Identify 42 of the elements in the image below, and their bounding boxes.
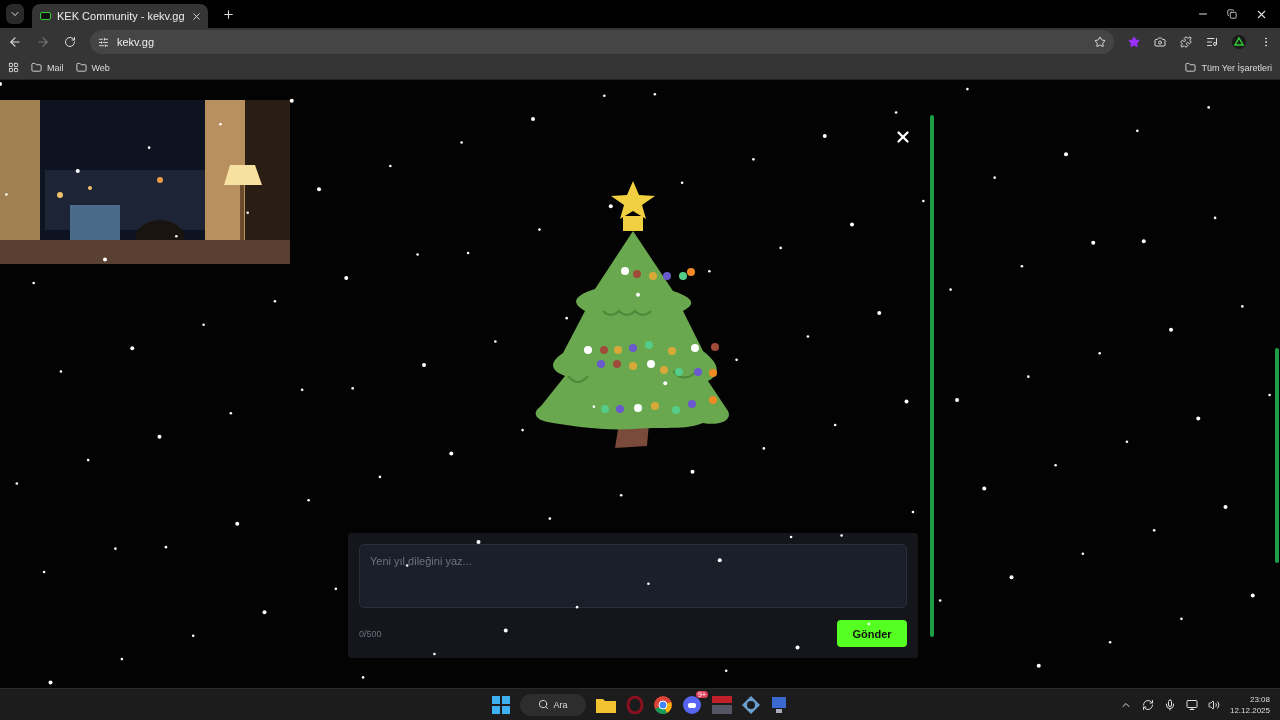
bookmark-star-icon[interactable] bbox=[1094, 36, 1106, 48]
character-counter: 0/500 bbox=[359, 628, 382, 639]
new-tab-icon[interactable] bbox=[221, 7, 235, 21]
tab-search-button[interactable] bbox=[6, 4, 24, 24]
close-tab-icon[interactable] bbox=[190, 10, 202, 22]
site-settings-icon[interactable] bbox=[98, 36, 109, 48]
taskbar-search[interactable]: Ara bbox=[520, 693, 586, 716]
address-bar[interactable]: kekv.gg bbox=[90, 30, 1114, 54]
wish-input-field[interactable]: Yeni yıl dileğini yaz... bbox=[359, 544, 907, 608]
microphone-icon[interactable] bbox=[1163, 698, 1176, 711]
clock-date: 12.12.2025 bbox=[1229, 704, 1270, 716]
all-bookmarks-folder[interactable]: Tüm Yer İşaretleri bbox=[1185, 62, 1272, 73]
bookmark-folder[interactable]: Mail bbox=[31, 62, 64, 73]
extension-icon[interactable] bbox=[1128, 36, 1140, 48]
close-icon[interactable] bbox=[894, 128, 912, 146]
start-icon[interactable] bbox=[492, 695, 510, 714]
bookmark-folder[interactable]: Web bbox=[75, 62, 110, 73]
scrollbar-thumb[interactable] bbox=[1275, 348, 1279, 563]
folder-icon bbox=[31, 62, 42, 73]
profile-icon[interactable] bbox=[1232, 35, 1246, 49]
camera-icon[interactable] bbox=[1154, 36, 1166, 48]
folder-icon bbox=[75, 62, 87, 73]
restore-icon[interactable] bbox=[1227, 7, 1237, 21]
browser-tab[interactable]: KEK Community - kekv.gg bbox=[32, 4, 208, 28]
apps-icon[interactable] bbox=[8, 62, 19, 73]
media-icon[interactable] bbox=[1206, 36, 1218, 48]
url-text: kekv.gg bbox=[117, 36, 156, 48]
forward-icon[interactable] bbox=[36, 35, 50, 49]
computer-app-icon[interactable] bbox=[770, 695, 788, 714]
volume-icon[interactable] bbox=[1207, 698, 1220, 711]
reload-icon[interactable] bbox=[64, 36, 76, 48]
clock-time: 23:08 bbox=[1249, 693, 1270, 705]
chrome-icon[interactable] bbox=[654, 695, 672, 714]
search-icon bbox=[538, 699, 550, 710]
folder-icon[interactable] bbox=[596, 696, 616, 713]
site-favicon-icon bbox=[40, 12, 51, 20]
back-icon[interactable] bbox=[8, 35, 22, 49]
tab-title: KEK Community - kekv.gg bbox=[57, 10, 185, 22]
puzzle-icon[interactable] bbox=[1180, 36, 1192, 48]
send-button[interactable]: Gönder bbox=[837, 620, 907, 647]
folder-icon bbox=[1185, 62, 1197, 73]
sync-icon[interactable] bbox=[1141, 698, 1154, 711]
